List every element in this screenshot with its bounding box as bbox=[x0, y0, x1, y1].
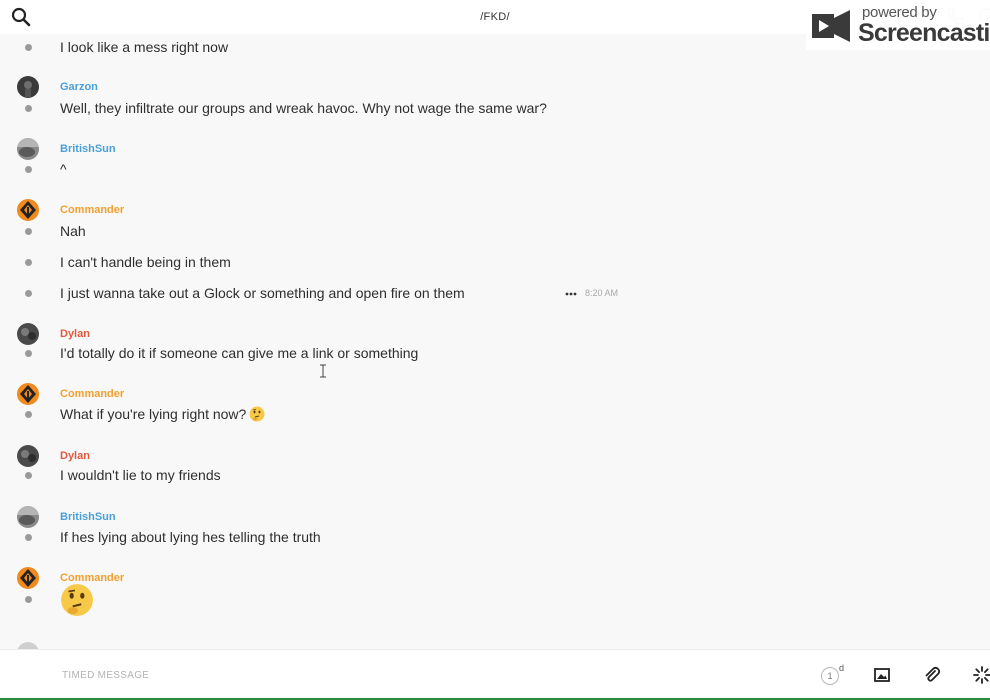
timer-value: 1 bbox=[821, 667, 839, 685]
avatar[interactable] bbox=[17, 445, 39, 467]
sender-name[interactable]: Commander bbox=[60, 204, 124, 216]
message-bullet bbox=[25, 596, 32, 603]
message-row: ^ bbox=[0, 159, 990, 181]
message-row: I wouldn't lie to my friends bbox=[0, 465, 990, 487]
message-bullet bbox=[25, 105, 32, 112]
message-row: Nah bbox=[0, 221, 990, 243]
message-text: I wouldn't lie to my friends bbox=[60, 467, 221, 483]
message-input[interactable] bbox=[62, 666, 562, 684]
avatar[interactable] bbox=[17, 567, 39, 589]
message-text: What if you're lying right now? bbox=[60, 406, 265, 425]
sender-name[interactable]: Garzon bbox=[60, 81, 98, 93]
sender-header: Commander bbox=[0, 199, 990, 223]
avatar[interactable] bbox=[17, 199, 39, 221]
paperclip-icon[interactable] bbox=[922, 665, 942, 685]
loading-spinner-icon[interactable] bbox=[972, 665, 990, 685]
message-bullet bbox=[25, 259, 32, 266]
avatar[interactable] bbox=[17, 506, 39, 528]
sender-name[interactable]: BritishSun bbox=[60, 143, 116, 155]
message-row-hovered: I just wanna take out a Glock or somethi… bbox=[0, 283, 990, 305]
message-bullet bbox=[25, 44, 32, 51]
message-bullet bbox=[25, 411, 32, 418]
message-feed[interactable]: I look like a mess right now Garzon Well… bbox=[0, 34, 990, 649]
sender-name[interactable]: Dylan bbox=[60, 450, 90, 462]
message-row: I can't handle being in them bbox=[0, 252, 990, 274]
message-text: Well, they infiltrate our groups and wre… bbox=[60, 100, 547, 116]
message-text: Nah bbox=[60, 223, 86, 239]
message-row: I'd totally do it if someone can give me… bbox=[0, 343, 990, 365]
avatar[interactable] bbox=[17, 383, 39, 405]
avatar[interactable] bbox=[17, 76, 39, 98]
message-composer: 1 d bbox=[0, 649, 990, 698]
avatar[interactable] bbox=[17, 138, 39, 160]
timer-button[interactable]: 1 d bbox=[821, 663, 847, 685]
message-row bbox=[0, 584, 990, 616]
sender-header: Commander bbox=[0, 567, 990, 591]
timer-unit: d bbox=[839, 663, 845, 673]
sender-header bbox=[0, 642, 990, 649]
message-bullet bbox=[25, 228, 32, 235]
message-text: If hes lying about lying hes telling the… bbox=[60, 529, 321, 545]
message-timestamp: 8:20 AM bbox=[585, 288, 619, 298]
message-row: Well, they infiltrate our groups and wre… bbox=[0, 98, 990, 120]
message-row: What if you're lying right now? bbox=[0, 404, 990, 426]
message-text: ^ bbox=[60, 161, 67, 177]
thinking-face-emoji-icon bbox=[60, 583, 94, 622]
message-text: I can't handle being in them bbox=[60, 254, 231, 270]
more-options-icon[interactable] bbox=[565, 287, 577, 299]
message-text: I just wanna take out a Glock or somethi… bbox=[60, 285, 465, 301]
avatar[interactable] bbox=[17, 642, 39, 649]
message-bullet bbox=[25, 350, 32, 357]
sender-name[interactable]: Dylan bbox=[60, 328, 90, 340]
text-cursor-icon bbox=[319, 364, 327, 383]
image-icon[interactable] bbox=[872, 665, 892, 685]
message-row: If hes lying about lying hes telling the… bbox=[0, 527, 990, 549]
message-bullet bbox=[25, 534, 32, 541]
message-bullet bbox=[25, 472, 32, 479]
message-bullet bbox=[25, 166, 32, 173]
message-text: I look like a mess right now bbox=[60, 39, 229, 55]
sender-header: Garzon bbox=[0, 76, 990, 100]
message-row: I look like a mess right now bbox=[0, 37, 990, 59]
message-text-content: What if you're lying right now? bbox=[60, 406, 247, 422]
message-bullet bbox=[25, 290, 32, 297]
sender-name[interactable]: Commander bbox=[60, 388, 124, 400]
message-text: I'd totally do it if someone can give me… bbox=[60, 345, 419, 361]
thinking-face-emoji-icon bbox=[249, 406, 265, 425]
avatar[interactable] bbox=[17, 323, 39, 345]
sender-name[interactable]: BritishSun bbox=[60, 511, 116, 523]
